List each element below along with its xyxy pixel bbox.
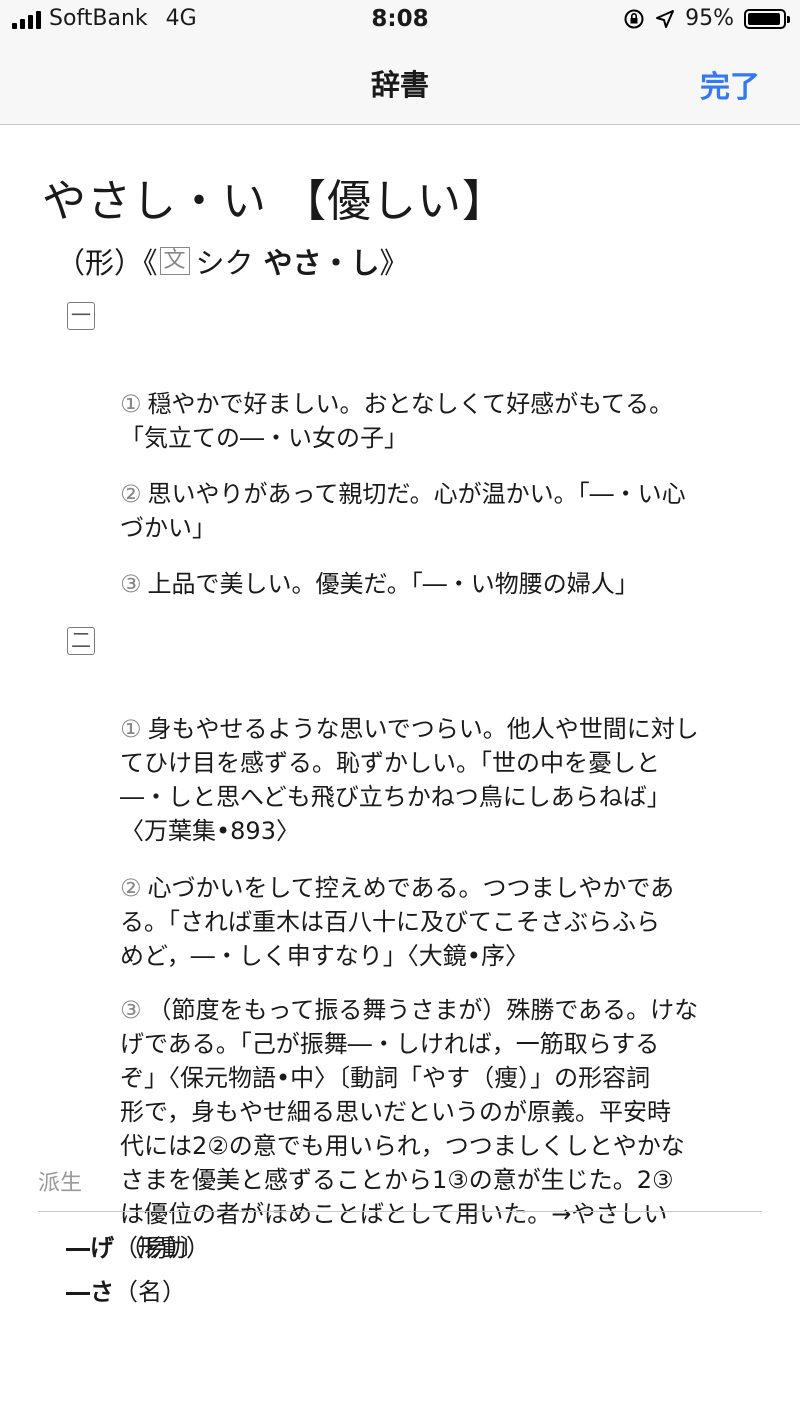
pos-prefix: （形）《 — [56, 246, 158, 280]
pos-classical-form: やさ・し — [263, 246, 380, 280]
pos-suffix: 》 — [379, 246, 409, 280]
pos-conjugation: シク — [195, 246, 254, 280]
battery-icon — [744, 8, 790, 29]
definition-item: ③ 上品で美しい。優美だ。「―・い物腰の婦人」 — [120, 533, 760, 601]
definition-item: ③ （節度をもって振る舞うさまが）殊勝である。けな げである。「己が振舞―・しけれ… — [120, 959, 760, 1265]
status-right: 95% — [623, 6, 790, 31]
definition-number: ① — [120, 390, 142, 418]
derived-forms-header: 派生 — [38, 1171, 83, 1196]
section-marker-one: 一 — [67, 302, 95, 330]
definition-item: ② 心づかいをして控えめである。つつましやかであ る。「されば重木は百八十に及びて… — [120, 837, 760, 973]
section-marker-two: 二 — [67, 627, 95, 655]
definition-item: ② 思いやりがあって親切だ。心が温かい。「―・い心 づかい」 — [120, 443, 760, 545]
derived-form: ―げ — [66, 1234, 114, 1262]
definition-number: ① — [120, 715, 142, 743]
derived-form: ―さ — [66, 1278, 114, 1306]
headword: やさし・い 【優しい】 — [42, 176, 507, 227]
nav-title: 辞書 — [370, 68, 429, 102]
derived-pos: （名） — [114, 1278, 186, 1306]
orientation-lock-icon — [624, 9, 644, 28]
definition-number: ② — [120, 874, 142, 902]
divider — [38, 1211, 762, 1212]
definition-item: ① 穏やかで好ましい。おとなしくて好感がもてる。 「気立ての―・い女の子」 — [120, 353, 760, 455]
done-button[interactable]: 完了 — [700, 62, 760, 106]
classical-box-icon: 文 — [159, 247, 190, 275]
status-bar: SoftBank 4G 8:08 95% — [0, 0, 800, 40]
definition-number: ② — [120, 480, 142, 508]
location-arrow-icon — [656, 9, 675, 28]
derived-form-item: ―げ（形動） — [66, 1228, 210, 1263]
derived-form-item: ―さ（名） — [66, 1272, 186, 1307]
part-of-speech-line: （形）《 文 シク やさ・し 》 — [56, 240, 409, 282]
definition-number: ③ — [120, 996, 142, 1024]
definition-text: 上品で美しい。優美だ。「―・い物腰の婦人」 — [147, 570, 639, 598]
definition-number: ③ — [120, 570, 142, 598]
battery-percent: 95% — [685, 6, 734, 31]
battery-fill — [748, 12, 781, 25]
definition-text: 心づかいをして控えめである。つつましやかであ る。「されば重木は百八十に及びてこ… — [120, 874, 675, 970]
nav-bar: 辞書 完了 — [0, 40, 800, 125]
definition-text: 身もやせるような思いでつらい。他人や世間に対し てひけ目を感ずる。恥ずかしい。「… — [120, 715, 699, 845]
derived-pos: （形動） — [114, 1234, 210, 1262]
definition-item: ① 身もやせるような思いでつらい。他人や世間に対し てひけ目を感ずる。恥ずかしい。… — [120, 678, 760, 848]
definition-text: （節度をもって振る舞うさまが）殊勝である。けな げである。「己が振舞―・しければ… — [120, 996, 699, 1262]
